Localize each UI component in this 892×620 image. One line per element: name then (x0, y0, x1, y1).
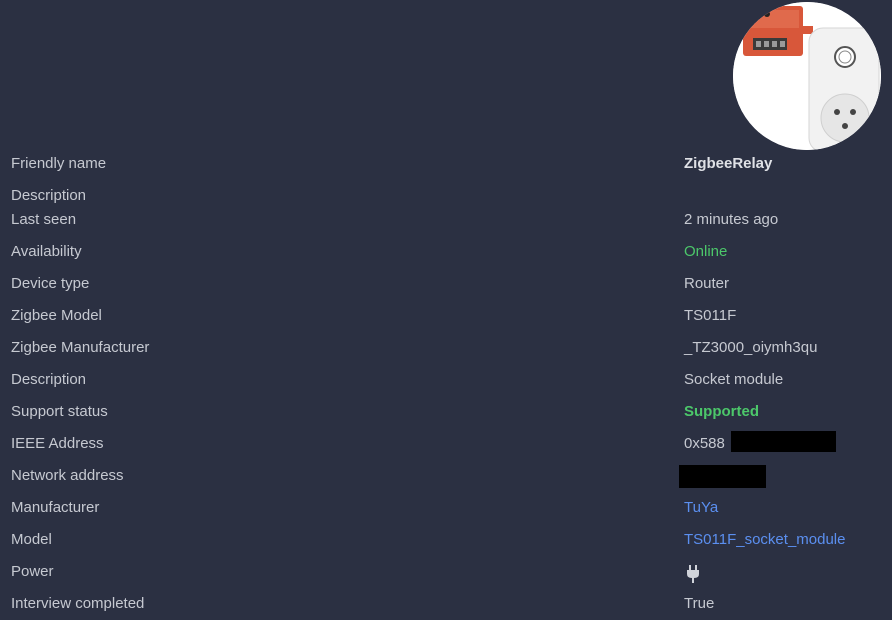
socket-module-image (733, 2, 881, 150)
model-link[interactable]: TS011F_socket_module (684, 531, 845, 548)
row-support-status: Support status Supported (0, 396, 892, 428)
label-zigbee-manufacturer: Zigbee Manufacturer (11, 339, 150, 356)
row-interview-completed: Interview completed True (0, 588, 892, 620)
plug-icon (687, 565, 699, 583)
label-device-type: Device type (11, 275, 90, 292)
row-description: Description (0, 180, 892, 204)
label-network-address: Network address (11, 467, 124, 484)
value-interview-completed: True (684, 595, 715, 612)
device-info-page: Friendly name ZigbeeRelay Description La… (0, 0, 892, 620)
label-manufacturer: Manufacturer (11, 499, 100, 516)
value-zigbee-manufacturer: _TZ3000_oiymh3qu (684, 339, 818, 356)
ieee-address-redaction (731, 431, 836, 452)
row-zigbee-model: Zigbee Model TS011F (0, 300, 892, 332)
row-zigbee-manufacturer: Zigbee Manufacturer _TZ3000_oiymh3qu (0, 332, 892, 364)
row-availability: Availability Online (0, 236, 892, 268)
manufacturer-link[interactable]: TuYa (684, 499, 718, 516)
network-address-redaction (679, 465, 766, 488)
row-device-type: Device type Router (0, 268, 892, 300)
label-last-seen: Last seen (11, 211, 77, 228)
device-info-table: Friendly name ZigbeeRelay Description La… (0, 148, 892, 620)
value-ieee-address: 0x588 (684, 435, 725, 452)
label-zigbee-model: Zigbee Model (11, 307, 102, 324)
device-image (733, 2, 881, 150)
value-zigbee-model: TS011F (684, 307, 737, 324)
label-power: Power (11, 563, 54, 580)
label-description: Description (11, 187, 87, 204)
label-friendly-name: Friendly name (11, 155, 107, 172)
row-model: Model TS011F_socket_module (0, 524, 892, 556)
row-friendly-name: Friendly name ZigbeeRelay (0, 148, 892, 180)
label-model: Model (11, 531, 52, 548)
row-last-seen: Last seen 2 minutes ago (0, 204, 892, 236)
label-ieee-address: IEEE Address (11, 435, 104, 452)
label-support-status: Support status (11, 403, 108, 420)
value-friendly-name: ZigbeeRelay (684, 155, 773, 172)
value-support-status: Supported (684, 403, 759, 420)
row-power: Power (0, 556, 892, 588)
value-device-type: Router (684, 275, 730, 292)
value-availability: Online (684, 243, 728, 260)
value-description-2: Socket module (684, 371, 784, 388)
row-manufacturer: Manufacturer TuYa (0, 492, 892, 524)
label-description-2: Description (11, 371, 87, 388)
label-availability: Availability (11, 243, 82, 260)
row-description-2: Description Socket module (0, 364, 892, 396)
label-interview-completed: Interview completed (11, 595, 145, 612)
value-last-seen: 2 minutes ago (684, 211, 779, 228)
